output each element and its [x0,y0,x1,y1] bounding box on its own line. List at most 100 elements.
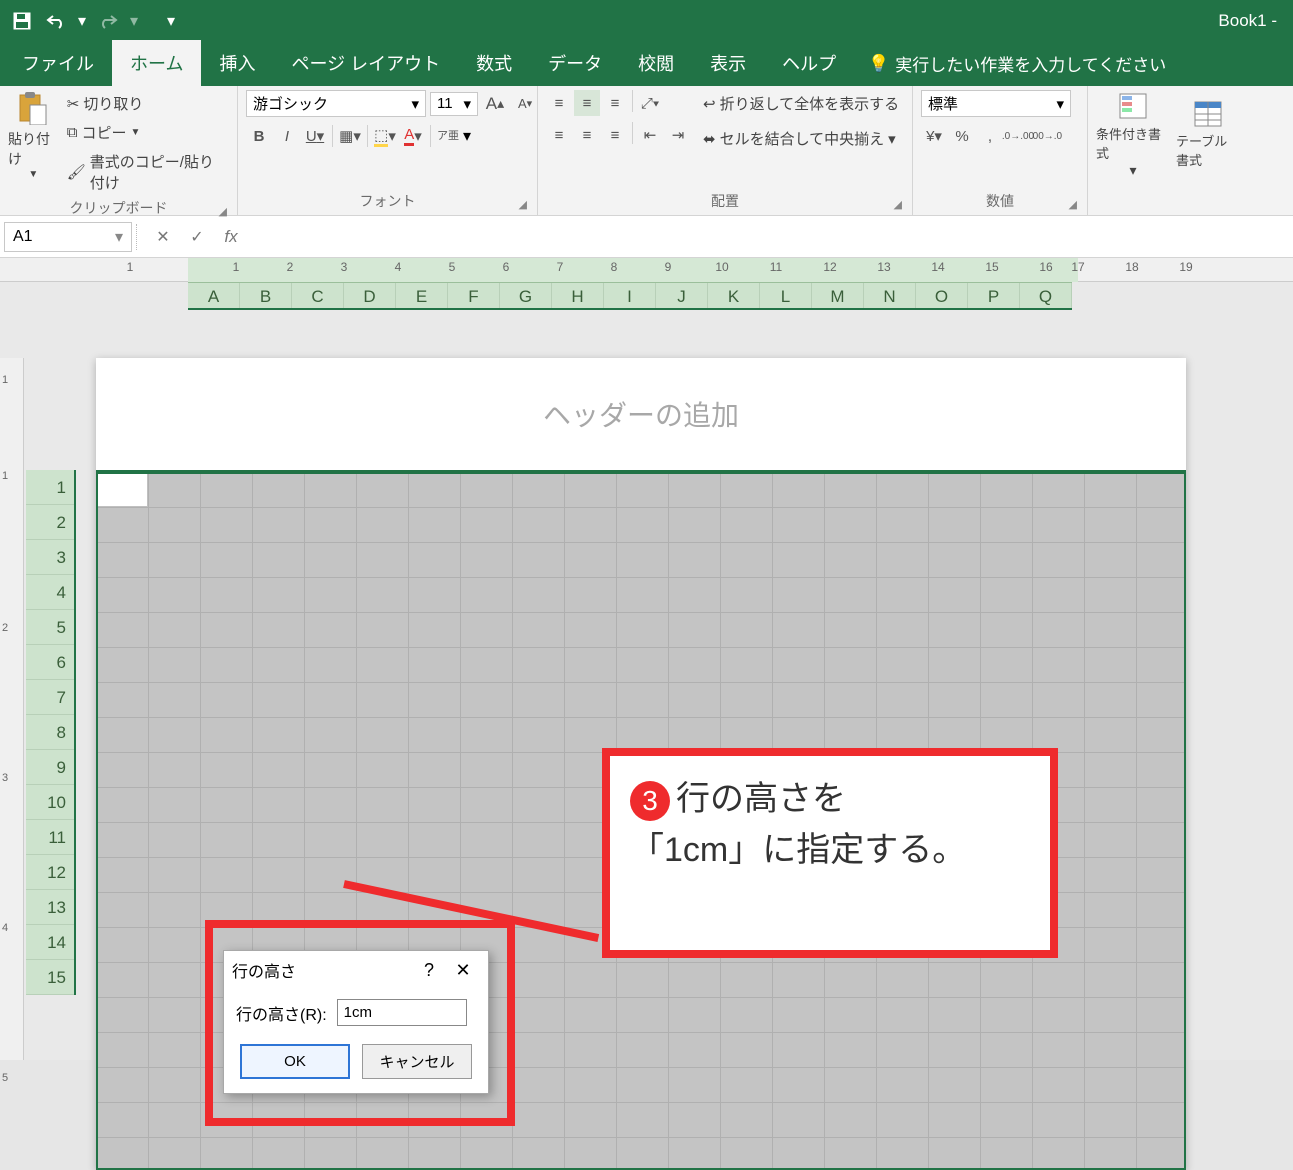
dialog-close-button[interactable]: ✕ [446,957,480,983]
col-header-C[interactable]: C [292,283,344,308]
page-header-placeholder[interactable]: ヘッダーの追加 [96,358,1186,470]
undo-button[interactable] [42,7,70,35]
cell-a1[interactable] [96,472,148,507]
increase-font-icon[interactable]: A▴ [482,91,508,117]
col-header-L[interactable]: L [760,283,812,308]
row-header-7[interactable]: 7 [26,680,74,715]
column-headers: ABCDEFGHIJKLMNOPQ [188,282,1072,310]
table-format-button[interactable]: テーブル書式 [1176,90,1240,180]
tab-insert[interactable]: 挿入 [201,40,273,86]
currency-button[interactable]: ¥▾ [921,123,947,149]
decrease-decimal-icon[interactable]: .00→.0 [1033,123,1059,149]
qat-customize[interactable]: ▾ [164,7,178,35]
name-box[interactable]: A1▾ [4,222,132,252]
tab-formulas[interactable]: 数式 [458,40,530,86]
ok-button[interactable]: OK [240,1044,350,1079]
col-header-A[interactable]: A [188,283,240,308]
row-header-14[interactable]: 14 [26,925,74,960]
increase-indent-icon[interactable]: ⇥ [665,122,691,148]
redo-button[interactable] [94,7,122,35]
row-header-4[interactable]: 4 [26,575,74,610]
col-header-F[interactable]: F [448,283,500,308]
dialog-help-button[interactable]: ? [412,957,446,983]
cut-button[interactable]: ✂ 切り取り [65,90,229,117]
font-launcher[interactable]: ◢ [519,198,527,211]
col-header-Q[interactable]: Q [1020,283,1072,308]
col-header-J[interactable]: J [656,283,708,308]
col-header-P[interactable]: P [968,283,1020,308]
italic-button[interactable]: I [274,123,300,149]
number-launcher[interactable]: ◢ [1069,198,1077,211]
copy-button[interactable]: ⧉ コピー ▼ [65,119,229,146]
fill-color-button[interactable]: ⬚▾ [372,123,398,149]
row-header-6[interactable]: 6 [26,645,74,680]
col-header-K[interactable]: K [708,283,760,308]
wrap-text-button[interactable]: ↩ 折り返して全体を表示する [701,90,901,117]
orientation-button[interactable]: ⤢▾ [637,90,663,116]
col-header-E[interactable]: E [396,283,448,308]
col-header-D[interactable]: D [344,283,396,308]
hruler-tick: 8 [611,260,618,274]
tab-file[interactable]: ファイル [4,40,112,86]
font-color-button[interactable]: A▾ [400,123,426,149]
align-left-icon[interactable]: ≡ [546,122,572,148]
col-header-H[interactable]: H [552,283,604,308]
row-header-3[interactable]: 3 [26,540,74,575]
row-header-15[interactable]: 15 [26,960,74,995]
tab-home[interactable]: ホーム [112,40,201,86]
row-header-10[interactable]: 10 [26,785,74,820]
enter-formula-button[interactable]: ✓ [180,222,214,252]
align-center-icon[interactable]: ≡ [574,122,600,148]
alignment-launcher[interactable]: ◢ [894,198,902,211]
conditional-format-button[interactable]: 条件付き書式▾ [1096,90,1170,180]
row-header-9[interactable]: 9 [26,750,74,785]
tab-view[interactable]: 表示 [692,40,764,86]
align-bottom-icon[interactable]: ≡ [602,90,628,116]
increase-decimal-icon[interactable]: .0→.00 [1005,123,1031,149]
paste-button[interactable]: 貼り付け ▼ [8,90,59,180]
col-header-G[interactable]: G [500,283,552,308]
redo-dropdown[interactable]: ▾ [128,7,140,35]
percent-button[interactable]: % [949,123,975,149]
tell-me[interactable]: 💡 実行したい作業を入力してください [854,41,1180,86]
row-header-1[interactable]: 1 [26,470,74,505]
row-header-5[interactable]: 5 [26,610,74,645]
tab-data[interactable]: データ [530,40,620,86]
row-header-13[interactable]: 13 [26,890,74,925]
bold-button[interactable]: B [246,123,272,149]
border-button[interactable]: ▦▾ [337,123,363,149]
align-right-icon[interactable]: ≡ [602,122,628,148]
col-header-O[interactable]: O [916,283,968,308]
row-height-input[interactable] [337,999,467,1026]
clipboard-launcher[interactable]: ◢ [219,205,227,218]
tab-help[interactable]: ヘルプ [764,40,854,86]
col-header-I[interactable]: I [604,283,656,308]
align-top-icon[interactable]: ≡ [546,90,572,116]
merge-center-button[interactable]: ⬌ セルを結合して中央揃え▾ [701,125,901,152]
row-header-2[interactable]: 2 [26,505,74,540]
tab-review[interactable]: 校閲 [620,40,692,86]
undo-dropdown[interactable]: ▾ [76,7,88,35]
font-size-combo[interactable]: 11▾ [430,92,478,116]
align-middle-icon[interactable]: ≡ [574,90,600,116]
row-header-11[interactable]: 11 [26,820,74,855]
col-header-N[interactable]: N [864,283,916,308]
decrease-font-icon[interactable]: A▾ [512,91,538,117]
decrease-indent-icon[interactable]: ⇤ [637,122,663,148]
font-name-combo[interactable]: 游ゴシック▾ [246,90,426,117]
cancel-formula-button[interactable]: ✕ [146,222,180,252]
row-header-8[interactable]: 8 [26,715,74,750]
row-header-12[interactable]: 12 [26,855,74,890]
ruby-button[interactable]: ア亜 [435,123,461,149]
underline-button[interactable]: U▾ [302,123,328,149]
col-header-B[interactable]: B [240,283,292,308]
format-painter-button[interactable]: 🖌 書式のコピー/貼り付け [65,148,229,196]
formula-input[interactable] [248,224,1293,250]
col-header-M[interactable]: M [812,283,864,308]
tab-page-layout[interactable]: ページ レイアウト [273,40,458,86]
number-format-combo[interactable]: 標準▾ [921,90,1071,117]
cancel-button[interactable]: キャンセル [362,1044,472,1079]
save-button[interactable] [8,7,36,35]
fx-button[interactable]: fx [214,222,248,252]
comma-button[interactable]: , [977,123,1003,149]
